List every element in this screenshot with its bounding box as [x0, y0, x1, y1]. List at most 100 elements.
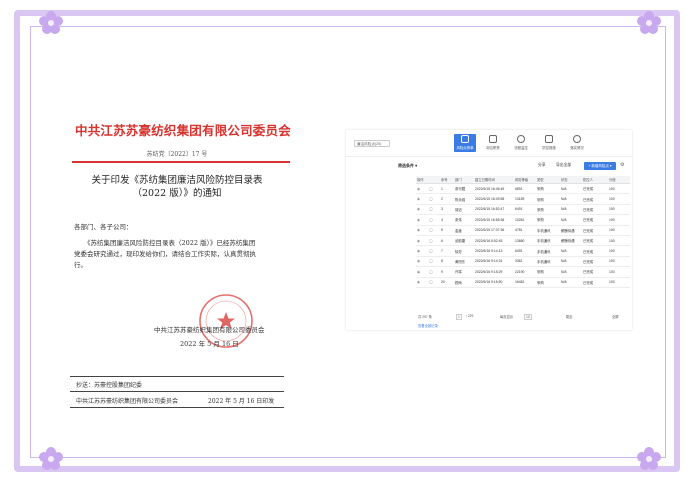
- shield-icon: [545, 135, 553, 143]
- table-header-row: 操作 序号 部门 建立日期时间 风险等级 类型 状态 防控人 分值: [416, 176, 630, 184]
- table-cell: 2022/6/16 8:52:45: [474, 235, 514, 247]
- table-cell: 已完成: [582, 204, 608, 216]
- clock-icon: [517, 135, 525, 143]
- table-row[interactable]: ◉ ◯ 9 许寒 2022/6/16 9:15:29 22190 采购 N/A 已完成 100: [416, 266, 630, 278]
- table-row[interactable]: ◉ ◯ 4 张伟 2022/6/15 16:55:36 10281 采购 N/A 已完成 100: [416, 214, 630, 226]
- nav-tab-status[interactable]: 落实情况: [566, 134, 588, 152]
- row-view-icon[interactable]: ◉: [416, 277, 428, 288]
- table-row[interactable]: ◉ ◯ 6 武韵婕 2022/6/16 8:52:45 13680 手机通讯 薪酬待遇 已完成 1…: [416, 235, 630, 247]
- column-header[interactable]: 序号: [440, 176, 454, 184]
- row-edit-icon[interactable]: ◯: [428, 225, 440, 236]
- table-cell: 2022/6/15 16:49:58: [474, 193, 514, 205]
- document-body-line: 《苏纺集团廉洁风险防控目录表（2022 版）》已经苏纺集团: [84, 239, 256, 247]
- nav-tab-risk-list[interactable]: 风险点清单: [454, 134, 476, 152]
- nav-tab-process[interactable]: 流程监控: [510, 134, 532, 152]
- table-cell: 采购: [536, 193, 560, 205]
- view-all-link[interactable]: 查看全部记录: [418, 323, 438, 328]
- table-cell: 6891: [514, 183, 536, 195]
- table-cell: 已完成: [582, 193, 608, 205]
- row-edit-icon[interactable]: ◯: [428, 204, 440, 216]
- table-row[interactable]: ◉ ◯ 7 徐芳 2022/6/16 9:14:13 6491 手机通讯 N/A 已完成 100: [416, 245, 630, 257]
- table-row[interactable]: ◉ ◯ 1 张可藏 2022/6/15 16:46:45 6891 采购 N/A 已完成 100: [416, 183, 630, 195]
- row-edit-icon[interactable]: ◯: [428, 235, 440, 247]
- table-cell: 7: [440, 245, 454, 257]
- document-signature: 中共江苏苏豪纺织集团有限公司委员会: [154, 326, 265, 334]
- row-view-icon[interactable]: ◉: [416, 245, 428, 257]
- pagination: 共 297 条 1 / 229 每页显示 10 跳至 全屏: [416, 312, 630, 320]
- table-cell: 采购: [536, 214, 560, 226]
- page-total: / 229: [466, 313, 474, 318]
- column-header[interactable]: 类型: [536, 176, 560, 184]
- nav-tab-duties[interactable]: 岗位职责: [482, 134, 504, 152]
- table-cell: 6491: [514, 245, 536, 257]
- column-header[interactable]: 风险等级: [514, 176, 536, 184]
- scope-select[interactable]: 廉洁风险点(20): [354, 140, 390, 147]
- document-body-line: 党委会研究通过，现印发给你们，请结合工作实际，认真贯彻执: [74, 250, 256, 258]
- table-cell: 已完成: [582, 256, 608, 268]
- nav-tab-label: 流程监控: [514, 146, 528, 150]
- row-edit-icon[interactable]: ◯: [428, 193, 440, 205]
- row-view-icon[interactable]: ◉: [416, 193, 428, 205]
- row-edit-icon[interactable]: ◯: [428, 183, 440, 195]
- gear-icon[interactable]: ⚙: [620, 162, 624, 168]
- table-cell: 100: [608, 225, 630, 236]
- table-cell: 2022/6/16 9:14:13: [474, 245, 514, 257]
- table-cell: 100: [608, 235, 630, 247]
- table-cell: N/A: [560, 277, 582, 288]
- column-header[interactable]: 状态: [560, 176, 582, 184]
- per-page-select[interactable]: 10: [524, 313, 532, 320]
- column-header[interactable]: [428, 176, 440, 184]
- row-view-icon[interactable]: ◉: [416, 266, 428, 278]
- fullscreen-button[interactable]: 全屏: [612, 314, 619, 319]
- row-view-icon[interactable]: ◉: [416, 214, 428, 226]
- app-screenshot: 廉洁风险点(20) 风险点清单 岗位职责 流程监控 防控措施 落实情况 筛选条件…: [346, 130, 632, 330]
- add-risk-button[interactable]: + 新增风险点 ▾: [584, 161, 616, 170]
- table-cell: 13680: [514, 235, 536, 247]
- table-row[interactable]: ◉ ◯ 5 金鑫 2022/6/15 17:07:36 4781 手机通讯 薪酬待遇 已完成 10…: [416, 225, 630, 236]
- check-icon: [573, 135, 581, 143]
- jump-label[interactable]: 跳至: [566, 314, 573, 319]
- filter-button[interactable]: 筛选条件 ▾: [398, 163, 417, 169]
- table-cell: 已完成: [582, 225, 608, 236]
- table-row[interactable]: ◉ ◯ 3 胡迈 2022/6/15 16:52:47 6491 采购 N/A 已完成 100: [416, 204, 630, 216]
- table-cell: 已完成: [582, 183, 608, 195]
- table-cell: N/A: [560, 214, 582, 226]
- document-title-line1: 关于印发《苏纺集团廉洁风险防控目录表: [91, 175, 263, 186]
- nav-tab-label: 落实情况: [570, 146, 584, 150]
- row-view-icon[interactable]: ◉: [416, 235, 428, 247]
- person-icon: [489, 135, 497, 143]
- row-edit-icon[interactable]: ◯: [428, 256, 440, 268]
- document-cc: 抄送：苏豪控股集团纪委: [76, 382, 143, 389]
- column-header[interactable]: 部门: [454, 176, 474, 184]
- table-cell: 8: [440, 256, 454, 268]
- column-header[interactable]: 分值: [608, 176, 630, 184]
- table-cell: 黄阳东: [454, 256, 474, 268]
- row-view-icon[interactable]: ◉: [416, 204, 428, 216]
- table-row[interactable]: ◉ ◯ 2 陈永强 2022/6/15 16:49:58 13189 采购 N/A 已完成 100: [416, 193, 630, 205]
- red-divider: [72, 161, 290, 163]
- table-cell: 顾雨: [454, 277, 474, 288]
- footer-org: 中共江苏苏豪纺织集团有限公司委员会: [76, 398, 179, 405]
- row-edit-icon[interactable]: ◯: [428, 245, 440, 257]
- table-cell: 薪酬待遇: [560, 235, 582, 247]
- table-cell: 100: [608, 256, 630, 268]
- row-edit-icon[interactable]: ◯: [428, 266, 440, 278]
- row-view-icon[interactable]: ◉: [416, 225, 428, 236]
- row-edit-icon[interactable]: ◯: [428, 277, 440, 288]
- nav-tab-measures[interactable]: 防控措施: [538, 134, 560, 152]
- export-button[interactable]: 导出全部: [556, 163, 571, 168]
- row-edit-icon[interactable]: ◯: [428, 214, 440, 226]
- column-header[interactable]: 操作: [416, 176, 428, 184]
- table-row[interactable]: ◉ ◯ 8 黄阳东 2022/6/16 9:14:31 3361 手机通讯 N/A 已完成 100: [416, 256, 630, 268]
- table-row[interactable]: ◉ ◯ 20 顾雨 2022/6/16 9:15:50 16481 采购 N/A 已完成 100: [416, 277, 630, 288]
- table-cell: 2: [440, 193, 454, 205]
- table-cell: 手机通讯: [536, 256, 560, 268]
- share-button[interactable]: 分享: [538, 163, 546, 168]
- row-view-icon[interactable]: ◉: [416, 256, 428, 268]
- table-cell: 5: [440, 225, 454, 236]
- table-cell: 10281: [514, 214, 536, 226]
- column-header[interactable]: 建立日期时间: [474, 176, 514, 184]
- page-input[interactable]: 1: [456, 313, 462, 320]
- row-view-icon[interactable]: ◉: [416, 183, 428, 195]
- column-header[interactable]: 防控人: [582, 176, 608, 184]
